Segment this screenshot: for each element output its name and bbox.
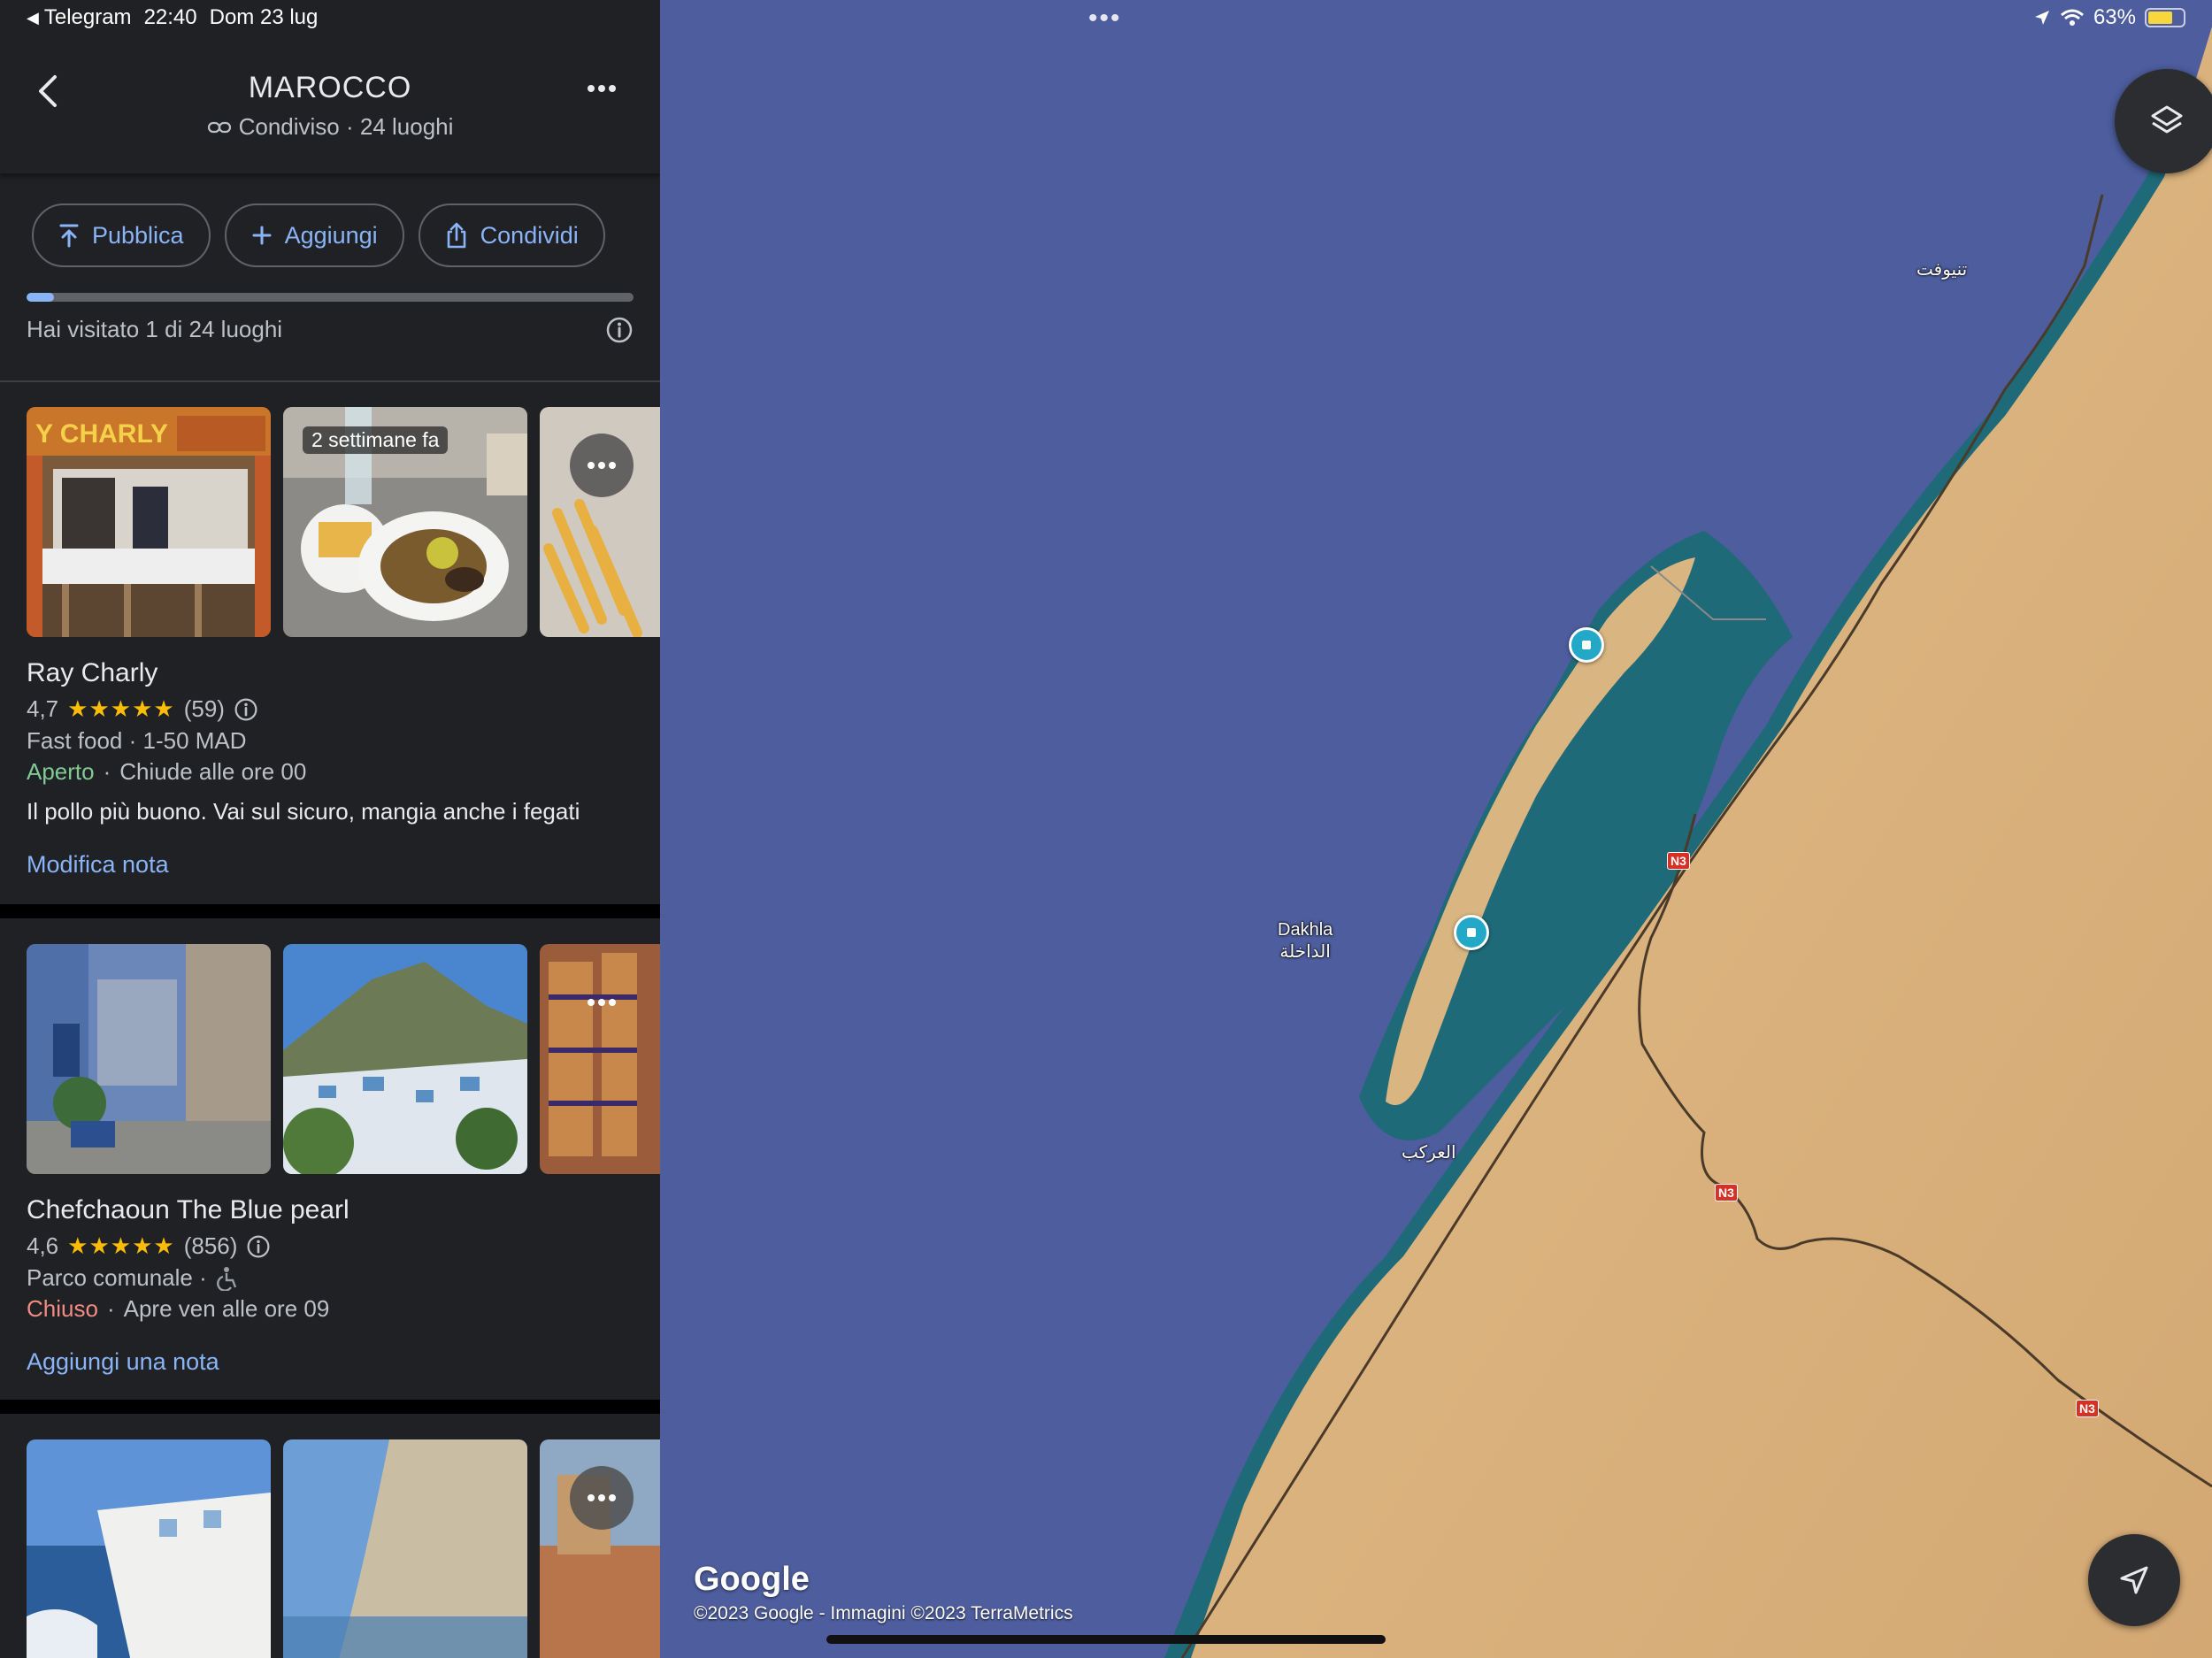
saved-list-panel: MAROCCO Condiviso · 24 luoghi Pubblica A… (0, 0, 660, 1658)
google-logo: Google (694, 1561, 810, 1598)
add-label: Aggiungi (284, 221, 378, 249)
star-rating-icon: ★★★★★ (67, 695, 175, 722)
action-buttons: Pubblica Aggiungi Condividi (32, 203, 605, 267)
list-title: MAROCCO (248, 71, 412, 104)
photo-carousel[interactable] (27, 1439, 660, 1658)
map-label-lamhiriz[interactable]: العركب (1402, 1141, 1456, 1163)
status-separator: · (103, 758, 111, 785)
satellite-map[interactable]: Dakhla الداخلة العركب تنيوفت N3 N3 N3 Go… (660, 0, 2212, 1658)
info-icon[interactable] (246, 1234, 271, 1259)
map-label-dakhla-latin: Dakhla (1278, 920, 1333, 940)
info-icon[interactable] (234, 697, 258, 722)
review-count: (856) (183, 1232, 238, 1259)
place-hours: Aperto · Chiude alle ore 00 (27, 758, 306, 786)
place-card[interactable]: Chefchaoun The Blue pearl 4,6 ★★★★★ (856… (0, 944, 660, 1404)
photo-more-button[interactable] (570, 971, 634, 1034)
map-label-tniguit[interactable]: تنيوفت (1916, 258, 1967, 280)
more-horizontal-icon (588, 1494, 616, 1501)
rating-value: 4,7 (27, 695, 59, 722)
saved-place-pin[interactable] (1569, 627, 1604, 663)
more-horizontal-icon (588, 462, 616, 469)
section-divider (0, 904, 660, 918)
place-note: Il pollo più buono. Vai sul sicuro, mang… (27, 798, 580, 825)
place-card[interactable]: Y CHARLY 2 settimane fa Ray Charly 4,7 ★… (0, 407, 660, 902)
place-photo[interactable] (283, 1439, 527, 1658)
place-card[interactable] (0, 1439, 660, 1658)
my-location-button[interactable] (2088, 1534, 2180, 1626)
plus-icon (252, 226, 272, 245)
visited-progress-bar (27, 293, 634, 302)
status-separator: · (106, 1295, 115, 1322)
place-rating: 4,6 ★★★★★ (856) (27, 1232, 271, 1260)
place-name[interactable]: Ray Charly (27, 658, 157, 688)
category-text: Parco comunale · (27, 1264, 207, 1291)
place-photo[interactable]: Y CHARLY (27, 407, 271, 637)
more-horizontal-icon (588, 85, 616, 92)
photo-time-badge: 2 settimane fa (303, 426, 449, 454)
review-count: (59) (183, 695, 225, 722)
home-indicator[interactable] (826, 1635, 1386, 1644)
wheelchair-icon (216, 1266, 236, 1291)
more-options-button[interactable] (584, 71, 619, 106)
map-layers-button[interactable] (2115, 69, 2212, 173)
navigation-arrow-icon (2120, 1566, 2148, 1594)
svg-text:Y CHARLY: Y CHARLY (35, 419, 168, 449)
open-status: Aperto (27, 758, 95, 785)
add-button[interactable]: Aggiungi (224, 203, 404, 267)
edit-note-link[interactable]: Modifica nota (27, 851, 169, 879)
road-shield: N3 (2076, 1400, 2099, 1417)
list-header: MAROCCO Condiviso · 24 luoghi (0, 0, 660, 173)
closed-status: Chiuso (27, 1295, 98, 1322)
divider (0, 380, 660, 382)
photo-more-button[interactable] (570, 434, 634, 497)
hours-detail: Chiude alle ore 00 (119, 758, 307, 785)
star-rating-icon: ★★★★★ (67, 1232, 175, 1259)
place-photo[interactable] (283, 944, 527, 1174)
add-note-link[interactable]: Aggiungi una nota (27, 1348, 219, 1376)
map-label-dakhla[interactable]: Dakhla الداخلة (1278, 920, 1333, 963)
photo-more-button[interactable] (570, 1466, 634, 1530)
progress-info-button[interactable] (605, 316, 634, 344)
place-category: Parco comunale · (27, 1264, 239, 1292)
more-horizontal-icon (588, 999, 616, 1006)
section-divider (0, 1400, 660, 1414)
info-icon (606, 317, 633, 343)
road-shield: N3 (1667, 852, 1690, 870)
saved-place-pin[interactable] (1454, 915, 1489, 950)
visited-progress-text: Hai visitato 1 di 24 luoghi (27, 316, 283, 342)
place-photo[interactable] (27, 1439, 271, 1658)
publish-icon (59, 224, 79, 248)
share-icon (447, 222, 465, 249)
publish-button[interactable]: Pubblica (32, 203, 211, 267)
list-subtitle-text: Condiviso · 24 luoghi (238, 113, 454, 140)
link-icon (207, 121, 231, 133)
road-shield: N3 (1715, 1184, 1738, 1201)
hours-detail: Apre ven alle ore 09 (123, 1295, 330, 1322)
place-photo[interactable] (27, 944, 271, 1174)
share-label: Condividi (480, 221, 579, 249)
photo-carousel[interactable] (27, 944, 660, 1174)
share-button[interactable]: Condividi (418, 203, 605, 267)
rating-value: 4,6 (27, 1232, 59, 1259)
place-photo[interactable]: 2 settimane fa (283, 407, 527, 637)
place-hours: Chiuso · Apre ven alle ore 09 (27, 1295, 329, 1323)
visited-progress-fill (27, 293, 54, 302)
photo-carousel[interactable]: Y CHARLY 2 settimane fa (27, 407, 660, 637)
place-category: Fast food · 1-50 MAD (27, 727, 247, 754)
place-name[interactable]: Chefchaoun The Blue pearl (27, 1195, 349, 1225)
map-copyright: ©2023 Google - Immagini ©2023 TerraMetri… (694, 1603, 1073, 1623)
publish-label: Pubblica (92, 221, 184, 249)
layers-icon (2151, 105, 2183, 134)
list-subtitle: Condiviso · 24 luoghi (0, 113, 660, 141)
place-rating: 4,7 ★★★★★ (59) (27, 695, 258, 723)
map-label-dakhla-arabic: الداخلة (1279, 942, 1331, 962)
